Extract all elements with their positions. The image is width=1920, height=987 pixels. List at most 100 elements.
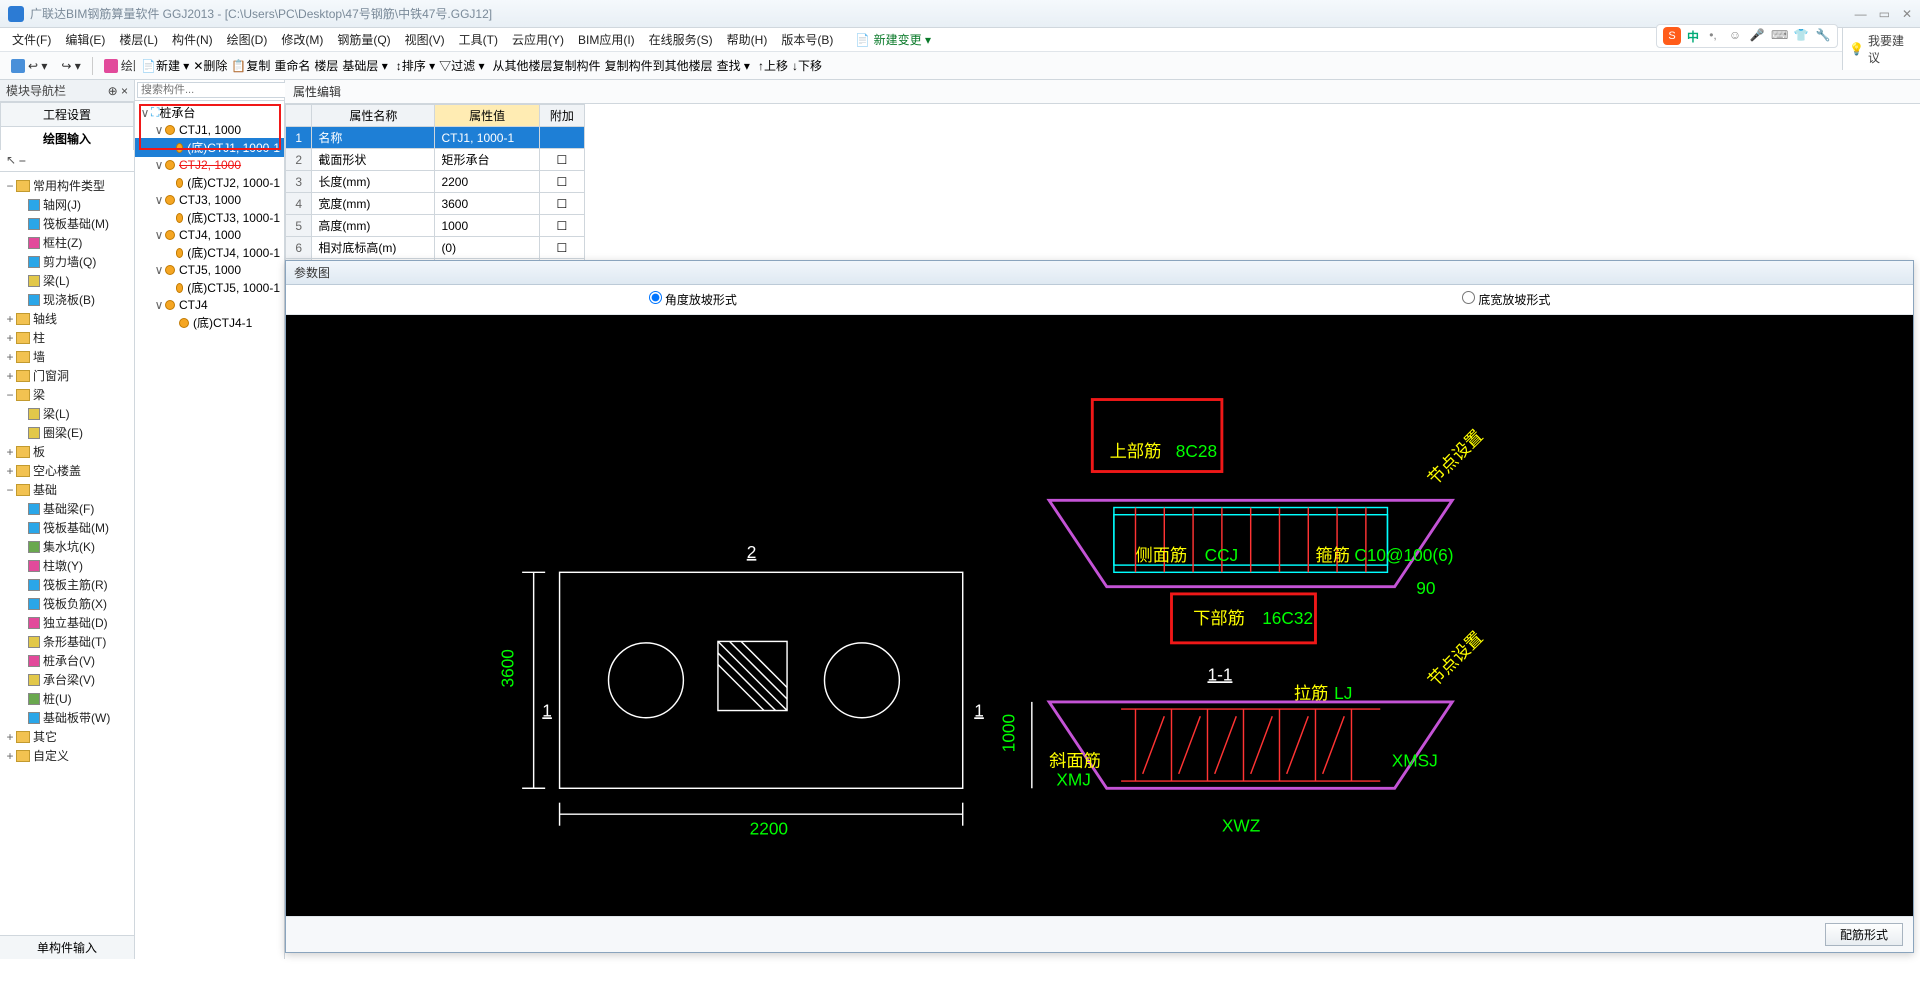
menu-modify[interactable]: 修改(M) [275,29,329,50]
property-row[interactable]: 2截面形状矩形承台☐ [286,149,585,171]
component-node[interactable]: (底)CTJ4-1 [135,313,284,332]
nav-node[interactable]: 梁(L) [2,271,132,290]
rebar-form-button[interactable]: 配筋形式 [1825,923,1903,946]
property-row[interactable]: 5高度(mm)1000☐ [286,215,585,237]
nav-node[interactable]: 筏板基础(M) [2,214,132,233]
undo-button[interactable]: ↩ ▾ [6,57,52,75]
menu-floor[interactable]: 楼层(L) [113,29,164,50]
nav-tree[interactable]: −常用构件类型轴网(J)筏板基础(M)框柱(Z)剪力墙(Q)梁(L)现浇板(B)… [0,172,134,935]
ime-emoji-icon[interactable]: ☺ [1727,28,1743,44]
find-button[interactable]: 查找 ▾ [717,57,750,74]
radio-bottom-slope[interactable]: 底宽放坡形式 [1462,291,1550,308]
component-node[interactable]: ∨CTJ2, 1000 [135,157,284,173]
floor-select[interactable]: 基础层 ▾ [342,57,387,74]
nav-node[interactable]: −梁 [2,385,132,404]
nav-node[interactable]: +轴线 [2,309,132,328]
search-input[interactable] [137,82,287,98]
panel-pin-icon[interactable]: ⊕ × [108,84,128,98]
nav-node[interactable]: +其它 [2,727,132,746]
component-node[interactable]: ∨CTJ3, 1000 [135,192,284,208]
menu-version[interactable]: 版本号(B) [775,29,839,50]
nav-node[interactable]: 柱墩(Y) [2,556,132,575]
nav-node[interactable]: +自定义 [2,746,132,765]
component-tree[interactable]: ∨⛶ 桩承台∨CTJ1, 1000(底)CTJ1, 1000-1∨CTJ2, 1… [135,101,284,959]
nav-node[interactable]: 条形基础(T) [2,632,132,651]
single-component-tab[interactable]: 单构件输入 [0,935,134,959]
component-node[interactable]: ∨CTJ5, 1000 [135,262,284,278]
minimize-button[interactable]: — [1855,7,1867,21]
menu-view[interactable]: 视图(V) [399,29,451,50]
suggestion-button[interactable]: 💡我要建议 [1843,28,1920,70]
nav-tool-row[interactable]: ↖ ⎯ [0,150,134,172]
copy-to-floor-button[interactable]: 复制构件到其他楼层 [605,57,713,74]
nav-node[interactable]: 承台梁(V) [2,670,132,689]
nav-node[interactable]: +柱 [2,328,132,347]
nav-node[interactable]: 筏板基础(M) [2,518,132,537]
nav-node[interactable]: +门窗洞 [2,366,132,385]
copy-from-floor-button[interactable]: 从其他楼层复制构件 [493,57,601,74]
component-node[interactable]: (底)CTJ4, 1000-1 [135,243,284,262]
ime-skin-icon[interactable]: 👕 [1793,28,1809,44]
tab-engineering[interactable]: 工程设置 [0,102,134,126]
menu-file[interactable]: 文件(F) [6,29,57,50]
nav-node[interactable]: +墙 [2,347,132,366]
nav-node[interactable]: 独立基础(D) [2,613,132,632]
nav-node[interactable]: 桩(U) [2,689,132,708]
property-row[interactable]: 4宽度(mm)3600☐ [286,193,585,215]
property-row[interactable]: 6相对底标高(m)(0)☐ [286,237,585,259]
menu-tools[interactable]: 工具(T) [453,29,504,50]
menu-edit[interactable]: 编辑(E) [59,29,111,50]
rename-button[interactable]: 重命名 [274,57,310,74]
delete-button[interactable]: ✕删除 [193,57,227,74]
filter-button[interactable]: ▽过滤 ▾ [439,57,484,74]
nav-node[interactable]: 筏板负筋(X) [2,594,132,613]
ime-keyboard-icon[interactable]: ⌨ [1771,28,1787,44]
tab-draw-input[interactable]: 绘图输入 [0,126,134,150]
component-node[interactable]: (底)CTJ3, 1000-1 [135,208,284,227]
ime-lang[interactable]: 中 [1687,28,1699,45]
menu-cloud[interactable]: 云应用(Y) [506,29,570,50]
component-node[interactable]: ∨⛶ 桩承台 [135,103,284,122]
menu-component[interactable]: 构件(N) [166,29,219,50]
component-node[interactable]: ∨CTJ4, 1000 [135,227,284,243]
nav-node[interactable]: 基础板带(W) [2,708,132,727]
ime-voice-icon[interactable]: 🎤 [1749,28,1765,44]
ime-tool-icon[interactable]: 🔧 [1815,28,1831,44]
maximize-button[interactable]: ▭ [1879,7,1890,21]
nav-node[interactable]: 基础梁(F) [2,499,132,518]
radio-angle-slope[interactable]: 角度放坡形式 [649,291,737,308]
move-down-button[interactable]: ↓下移 [792,57,822,74]
component-node[interactable]: ∨CTJ4 [135,297,284,313]
nav-node[interactable]: 剪力墙(Q) [2,252,132,271]
nav-node[interactable]: 筏板主筋(R) [2,575,132,594]
component-node[interactable]: (底)CTJ2, 1000-1 [135,173,284,192]
menu-draw[interactable]: 绘图(D) [221,29,274,50]
menu-rebar[interactable]: 钢筋量(Q) [331,29,396,50]
component-node[interactable]: (底)CTJ5, 1000-1 [135,278,284,297]
new-change-button[interactable]: 📄 新建变更 ▾ [849,29,937,50]
menu-bim[interactable]: BIM应用(I) [572,29,641,50]
nav-node[interactable]: 梁(L) [2,404,132,423]
component-node[interactable]: ∨CTJ1, 1000 [135,122,284,138]
ime-punct-icon[interactable]: •, [1705,28,1721,44]
redo-button[interactable]: ↪ ▾ [56,57,85,75]
nav-node[interactable]: 桩承台(V) [2,651,132,670]
property-row[interactable]: 3长度(mm)2200☐ [286,171,585,193]
nav-node[interactable]: 圈梁(E) [2,423,132,442]
nav-node[interactable]: −常用构件类型 [2,176,132,195]
component-node[interactable]: (底)CTJ1, 1000-1 [135,138,284,157]
new-button[interactable]: 📄新建 ▾ [141,57,189,74]
copy-button[interactable]: 📋复制 [231,57,270,74]
nav-node[interactable]: 现浇板(B) [2,290,132,309]
move-up-button[interactable]: ↑上移 [758,57,788,74]
menu-online[interactable]: 在线服务(S) [643,29,719,50]
diagram-canvas[interactable]: 2200 3600 2 1 1 上部筋 8C28 [286,315,1913,916]
nav-node[interactable]: +空心楼盖 [2,461,132,480]
property-row[interactable]: 1名称CTJ1, 1000-1 [286,127,585,149]
nav-node[interactable]: −基础 [2,480,132,499]
nav-node[interactable]: 框柱(Z) [2,233,132,252]
nav-node[interactable]: 集水坑(K) [2,537,132,556]
sort-button[interactable]: ↕排序 ▾ [396,57,435,74]
close-button[interactable]: ✕ [1902,7,1912,21]
nav-node[interactable]: 轴网(J) [2,195,132,214]
